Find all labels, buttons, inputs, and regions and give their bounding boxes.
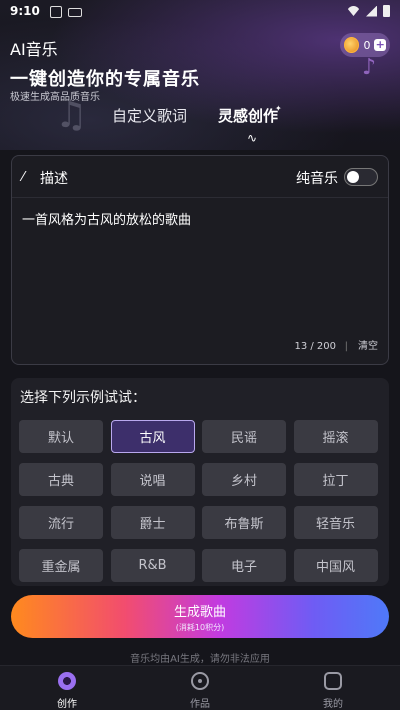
coin-icon: [344, 37, 360, 53]
generate-cost: (消耗10积分): [175, 623, 225, 632]
disc-icon: [191, 672, 209, 690]
disclaimer-text: 音乐均由AI生成，请勿非法应用: [130, 654, 270, 665]
plus-icon: +: [374, 38, 386, 51]
example-chip[interactable]: 轻音乐: [293, 506, 378, 539]
description-input[interactable]: 一首风格为古风的放松的歌曲: [22, 209, 380, 228]
toggle-knob: [347, 171, 359, 183]
example-chip-grid: 默认 古风 民谣 摇滚 古典 说唱 乡村 拉丁 流行 爵士 布鲁斯 轻音乐 重金…: [19, 420, 378, 582]
keyboard-icon: [68, 8, 82, 17]
wifi-icon: [347, 6, 360, 16]
examples-title: 选择下列示例试试：: [20, 390, 146, 406]
example-chip[interactable]: 古典: [19, 463, 103, 496]
pure-music-label: 纯音乐: [296, 171, 338, 187]
bottom-nav: 创作 作品 我的: [0, 665, 400, 710]
description-label: 描述: [40, 171, 68, 187]
example-chip[interactable]: 民谣: [202, 420, 286, 453]
example-chip[interactable]: 爵士: [110, 506, 195, 539]
mode-tabs: 自定义歌词 灵感创作 ∿: [0, 105, 400, 145]
generate-label: 生成歌曲: [173, 605, 226, 620]
app-title: AI音乐: [10, 40, 58, 59]
tab-custom-lyrics[interactable]: 自定义歌词: [112, 105, 187, 126]
tab-inspiration[interactable]: 灵感创作: [218, 105, 278, 126]
generate-song-button[interactable]: 生成歌曲 (消耗10积分): [11, 595, 389, 638]
nav-works[interactable]: 作品: [160, 666, 240, 710]
sparkle-icon: ✦: [275, 104, 282, 113]
description-card: ⁄ 描述 纯音乐 一首风格为古风的放松的歌曲 13 / 200 | 清空: [11, 155, 389, 365]
example-chip[interactable]: 中国风: [293, 549, 378, 582]
coin-balance-button[interactable]: 0 +: [340, 33, 390, 57]
status-time: 9:10: [10, 4, 40, 18]
battery-icon: [383, 5, 390, 17]
music-note-icon: ♪: [362, 55, 377, 80]
example-chip[interactable]: 乡村: [202, 463, 286, 496]
robot-face-icon: [324, 672, 342, 690]
example-chip[interactable]: R&B: [110, 549, 195, 582]
nav-create-label: 创作: [57, 699, 77, 710]
active-tab-wave-icon: ∿: [247, 131, 258, 145]
example-chip[interactable]: 流行: [19, 506, 103, 539]
clear-button[interactable]: 清空: [358, 337, 378, 352]
nav-works-label: 作品: [190, 699, 210, 710]
counter-divider: |: [344, 341, 348, 352]
example-chip[interactable]: 摇滚: [293, 420, 378, 453]
example-chip[interactable]: 说唱: [110, 463, 195, 496]
nav-mine-label: 我的: [323, 699, 343, 710]
coin-count: 0: [363, 38, 371, 52]
example-chip[interactable]: 默认: [19, 420, 103, 453]
pure-music-toggle[interactable]: [344, 168, 378, 186]
example-chip[interactable]: 拉丁: [293, 463, 378, 496]
example-chip[interactable]: 电子: [202, 549, 286, 582]
example-chip[interactable]: 布鲁斯: [202, 506, 286, 539]
char-counter: 13 / 200: [294, 341, 336, 352]
status-bar: 9:10: [0, 0, 400, 24]
create-icon: [58, 672, 76, 690]
notification-icon: [50, 6, 62, 18]
example-chip-selected[interactable]: 古风: [110, 420, 195, 453]
examples-panel: 选择下列示例试试： 默认 古风 民谣 摇滚 古典 说唱 乡村 拉丁 流行 爵士 …: [11, 378, 389, 586]
nav-create[interactable]: 创作: [27, 666, 107, 710]
description-header: ⁄ 描述 纯音乐: [12, 156, 388, 198]
example-chip[interactable]: 重金属: [19, 549, 103, 582]
wand-icon: ⁄: [22, 170, 25, 185]
nav-mine[interactable]: 我的: [293, 666, 373, 710]
signal-icon: [366, 5, 377, 17]
